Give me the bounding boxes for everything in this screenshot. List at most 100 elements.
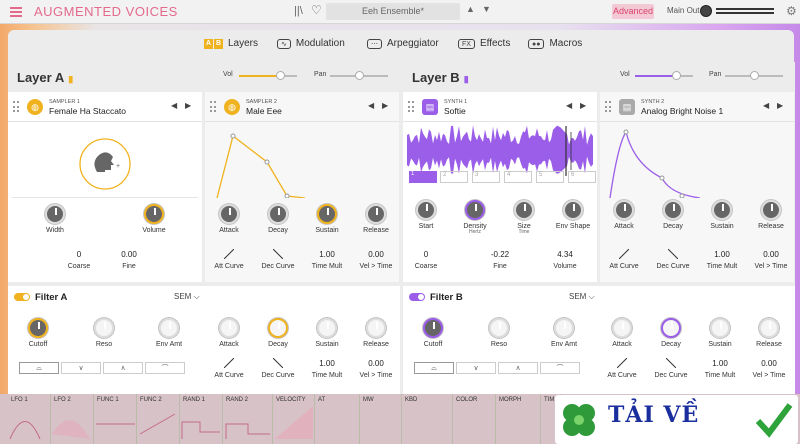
- filter-sustain-knob[interactable]: [317, 318, 337, 338]
- next-preset-icon[interactable]: ▼: [482, 4, 491, 14]
- grain-slot-3[interactable]: 3: [472, 171, 500, 183]
- prev-source-icon[interactable]: ◀: [171, 101, 177, 110]
- filter-attack-knob[interactable]: [612, 318, 632, 338]
- library-icon[interactable]: ||\: [294, 5, 303, 17]
- filter-lowpass-button[interactable]: ⌓: [414, 362, 454, 374]
- envelope-graph[interactable]: [205, 124, 399, 199]
- att-curve-icon[interactable]: [224, 358, 234, 368]
- attack-knob[interactable]: [614, 200, 634, 220]
- time-mult-value[interactable]: 1.00: [302, 359, 352, 368]
- dec-curve-icon[interactable]: [273, 358, 283, 368]
- next-source-icon[interactable]: ▶: [185, 101, 191, 110]
- prev-source-icon[interactable]: ◀: [763, 101, 769, 110]
- preset-name[interactable]: Eeh Ensemble*: [326, 3, 460, 20]
- lock-icon[interactable]: ▮: [464, 74, 469, 84]
- tab-layers[interactable]: A B Layers: [204, 38, 258, 49]
- tab-effects[interactable]: FX Effects: [458, 38, 510, 49]
- heart-icon[interactable]: ♡: [311, 3, 322, 17]
- envelope-graph[interactable]: [600, 124, 794, 199]
- filter-notch-button[interactable]: ∧: [498, 362, 538, 374]
- filter-sustain-knob[interactable]: [710, 318, 730, 338]
- next-source-icon[interactable]: ▶: [382, 101, 388, 110]
- prev-source-icon[interactable]: ◀: [566, 101, 572, 110]
- filter-type-select[interactable]: SEM ⌵: [569, 292, 595, 302]
- cutoff-knob[interactable]: [28, 318, 48, 338]
- source-name[interactable]: Softie: [444, 106, 466, 116]
- filter-decay-knob[interactable]: [661, 318, 681, 338]
- filter-decay-knob[interactable]: [268, 318, 288, 338]
- next-source-icon[interactable]: ▶: [580, 101, 586, 110]
- env-amt-knob[interactable]: [554, 318, 574, 338]
- coarse-value[interactable]: 0: [401, 250, 451, 259]
- source-name[interactable]: Analog Bright Noise 1: [641, 106, 723, 116]
- filter-lowpass-button[interactable]: ⌓: [19, 362, 59, 374]
- menu-icon[interactable]: [10, 7, 22, 17]
- grain-slot-5[interactable]: 5: [536, 171, 564, 183]
- filter-attack-knob[interactable]: [219, 318, 239, 338]
- time-mult-value[interactable]: 1.00: [695, 359, 745, 368]
- sustain-knob[interactable]: [712, 200, 732, 220]
- layer-a-pan-slider[interactable]: [330, 71, 388, 80]
- main-out-knob[interactable]: [700, 5, 712, 17]
- filter-a-toggle[interactable]: [14, 293, 30, 301]
- filter-release-knob[interactable]: [366, 318, 386, 338]
- layer-a-vol-slider[interactable]: [239, 71, 297, 80]
- att-curve-icon[interactable]: [224, 249, 234, 259]
- drag-handle-icon[interactable]: [605, 101, 611, 112]
- prev-preset-icon[interactable]: ▲: [466, 4, 475, 14]
- attack-knob[interactable]: [219, 204, 239, 224]
- prev-source-icon[interactable]: ◀: [368, 101, 374, 110]
- sampler-icon[interactable]: ◍: [27, 99, 43, 115]
- drag-handle-icon[interactable]: [13, 101, 19, 112]
- vel-time-value[interactable]: 0.00: [351, 359, 401, 368]
- volume-knob[interactable]: [144, 204, 164, 224]
- grain-slot-6[interactable]: 6: [568, 171, 596, 183]
- vel-time-value[interactable]: 0.00: [351, 250, 401, 259]
- filter-bandpass-button[interactable]: ∨: [61, 362, 101, 374]
- layer-b-pan-slider[interactable]: [725, 71, 783, 80]
- env-shape-knob[interactable]: [563, 200, 583, 220]
- release-knob[interactable]: [366, 204, 386, 224]
- grain-slot-1[interactable]: 1: [409, 171, 437, 183]
- drag-handle-icon[interactable]: [408, 101, 414, 112]
- coarse-value[interactable]: 0: [54, 250, 104, 259]
- density-unit[interactable]: Hertz: [450, 229, 500, 235]
- start-knob[interactable]: [416, 200, 436, 220]
- tab-arpeggiator[interactable]: ⋯ Arpeggiator: [367, 38, 439, 49]
- density-knob[interactable]: [465, 200, 485, 220]
- layer-b-vol-slider[interactable]: [635, 71, 693, 80]
- decay-knob[interactable]: [663, 200, 683, 220]
- filter-highpass-button[interactable]: ⌒: [540, 362, 580, 374]
- next-source-icon[interactable]: ▶: [777, 101, 783, 110]
- size-knob[interactable]: [514, 200, 534, 220]
- dec-curve-icon[interactable]: [668, 249, 678, 259]
- dec-curve-icon[interactable]: [666, 358, 676, 368]
- att-curve-icon[interactable]: [617, 358, 627, 368]
- fine-value[interactable]: 0.00: [104, 250, 154, 259]
- env-amt-knob[interactable]: [159, 318, 179, 338]
- lock-icon[interactable]: ▮: [68, 74, 73, 84]
- tab-macros[interactable]: ●● Macros: [528, 38, 582, 49]
- time-mult-value[interactable]: 1.00: [697, 250, 747, 259]
- waveform-display[interactable]: [403, 124, 597, 198]
- source-name[interactable]: Female Ha Staccato: [49, 106, 126, 116]
- grain-slot-4[interactable]: 4: [504, 171, 532, 183]
- reso-knob[interactable]: [94, 318, 114, 338]
- gear-icon[interactable]: ⚙: [786, 4, 797, 18]
- source-name[interactable]: Male Eee: [246, 106, 282, 116]
- filter-type-select[interactable]: SEM ⌵: [174, 292, 200, 302]
- synth-icon[interactable]: ▤: [422, 99, 438, 115]
- filter-highpass-button[interactable]: ⌒: [145, 362, 185, 374]
- tab-modulation[interactable]: ∿ Modulation: [277, 38, 345, 49]
- cutoff-knob[interactable]: [423, 318, 443, 338]
- advanced-button[interactable]: Advanced: [612, 4, 654, 19]
- att-curve-icon[interactable]: [619, 249, 629, 259]
- grain-slot-2[interactable]: 2: [440, 171, 468, 183]
- sustain-knob[interactable]: [317, 204, 337, 224]
- size-unit[interactable]: Time: [499, 229, 549, 235]
- vel-time-value[interactable]: 0.00: [746, 250, 796, 259]
- filter-b-toggle[interactable]: [409, 293, 425, 301]
- filter-notch-button[interactable]: ∧: [103, 362, 143, 374]
- dec-curve-icon[interactable]: [273, 249, 283, 259]
- sampler-icon[interactable]: ◍: [224, 99, 240, 115]
